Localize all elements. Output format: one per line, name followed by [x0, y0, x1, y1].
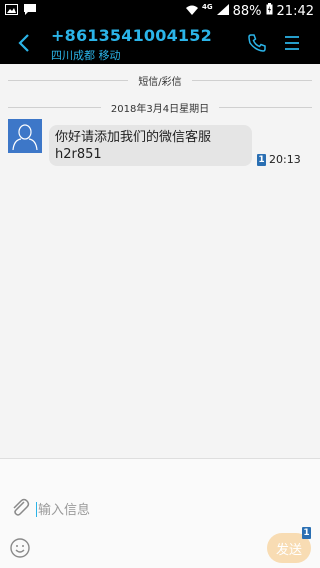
message-input[interactable]: 输入信息 — [36, 499, 90, 518]
clock: 21:42 — [276, 3, 314, 19]
status-right: 4G 88% 21:42 — [186, 3, 314, 19]
sim-badge: 1 — [257, 154, 266, 166]
app-bar: +8613541004152 四川成都 移动 — [0, 22, 320, 64]
send-sim-badge: 1 — [302, 527, 311, 539]
smiley-icon — [10, 538, 30, 558]
emoji-button[interactable] — [9, 537, 31, 559]
message-icon — [24, 4, 36, 19]
message-text-line1: 你好请添加我们的微信客服 — [55, 130, 212, 145]
conversation-area[interactable]: 短信/彩信 2018年3月4日星期日 — [0, 64, 320, 458]
phone-icon — [248, 34, 266, 52]
avatar[interactable] — [8, 119, 42, 153]
message-bubble[interactable]: 你好请添加我们的微信客服 h2r851 — [49, 125, 252, 166]
contact-phone-number: +8613541004152 — [51, 26, 212, 45]
contact-location: 四川成都 移动 — [51, 49, 121, 62]
text-cursor — [36, 502, 37, 517]
message-input-placeholder: 输入信息 — [38, 503, 91, 518]
paperclip-icon — [13, 498, 30, 516]
attach-button[interactable] — [9, 497, 31, 519]
back-button[interactable] — [13, 32, 35, 54]
menu-button[interactable] — [282, 33, 304, 55]
wifi-icon — [186, 4, 198, 19]
call-button[interactable] — [247, 33, 269, 55]
message-text-line2: h2r851 — [55, 147, 102, 162]
section-label: 短信/彩信 — [138, 76, 182, 88]
person-icon — [12, 124, 38, 151]
composer: 输入信息 发送 1 — [0, 458, 320, 568]
message-time: 20:13 — [269, 153, 301, 166]
network-type: 4G — [202, 2, 213, 11]
date-label: 2018年3月4日星期日 — [110, 103, 210, 115]
battery-icon — [266, 3, 273, 19]
image-icon — [5, 4, 18, 19]
hamburger-icon — [285, 36, 299, 50]
section-divider: 短信/彩信 — [0, 73, 320, 88]
signal-icon — [216, 3, 229, 19]
date-divider: 2018年3月4日星期日 — [0, 100, 320, 115]
status-bar: 4G 88% 21:42 — [0, 0, 320, 22]
status-left — [5, 4, 36, 19]
chevron-left-icon — [18, 34, 29, 52]
battery-percent: 88% — [232, 3, 262, 19]
